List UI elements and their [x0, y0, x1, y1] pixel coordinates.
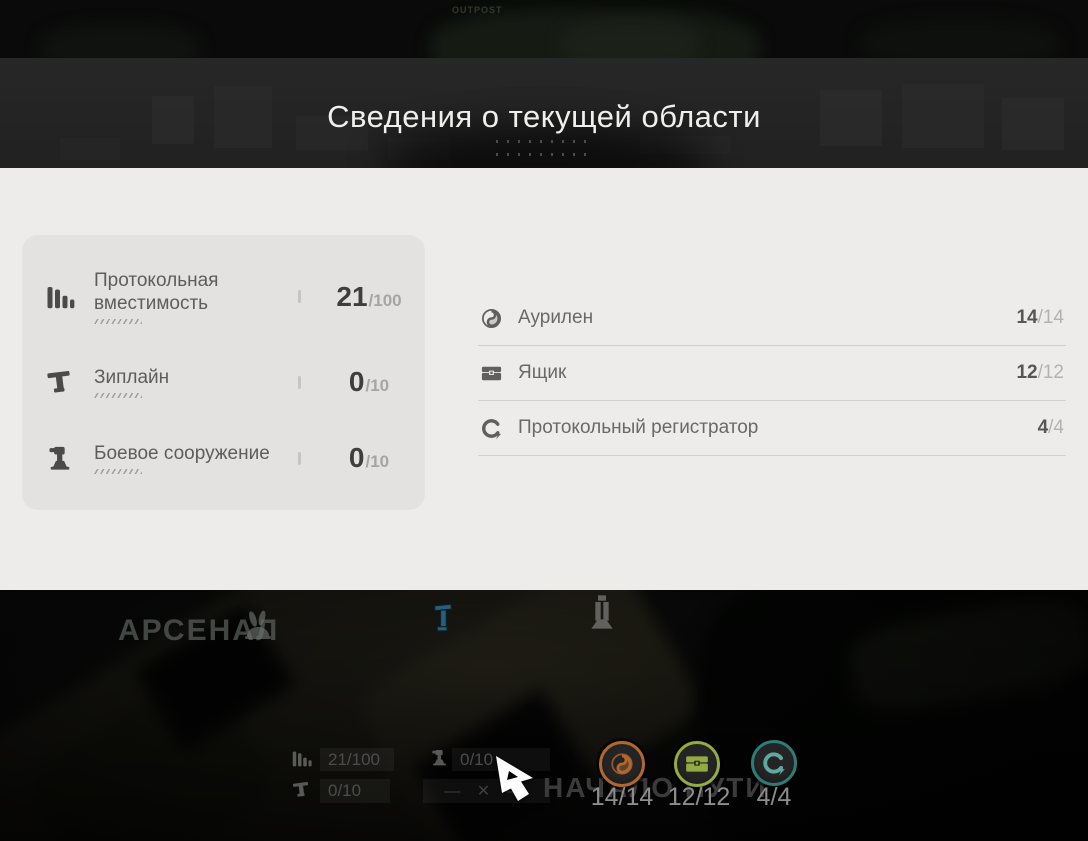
stat-value: 0 /10: [314, 366, 424, 398]
collectible-list: Аурилен 14 /14 Ящик 12 /12 Протокольный …: [478, 291, 1066, 456]
stat-value-current: 0: [348, 366, 365, 398]
badge-count: 12/12: [667, 783, 731, 811]
stat-value: 0 /10: [314, 442, 424, 474]
aurilen-icon: [478, 305, 504, 331]
map-terrain-blob: [860, 18, 1060, 58]
stat-row-zipline: Зиплайн 0 /10: [22, 364, 425, 400]
recorder-icon: [763, 752, 785, 776]
count-current: 12: [1016, 362, 1038, 383]
stat-value-current: 0: [348, 442, 365, 474]
stat-value: 21 /100: [314, 281, 424, 313]
separator-tick: [298, 290, 301, 304]
stat-value-total: /10: [365, 376, 390, 396]
turret-icon: [42, 440, 78, 476]
recorder-icon: [478, 415, 504, 441]
badge-recorder[interactable]: [751, 740, 797, 786]
content-panel: Протокольная вместимость 21 /100 Зиплайн…: [0, 168, 1088, 590]
list-item-value: 14 /14: [1016, 307, 1064, 329]
chest-icon: [478, 360, 504, 386]
bar-chart-icon: [42, 279, 78, 315]
count-current: 4: [1037, 417, 1049, 438]
list-item-protocol-recorder[interactable]: Протокольный регистратор 4 /4: [478, 401, 1066, 456]
stat-row-protocol-capacity: Протокольная вместимость 21 /100: [22, 269, 425, 325]
area-info-screen: OUTPOST Сведения о текущей области Прото…: [0, 0, 1088, 841]
count-total: /14: [1037, 307, 1064, 328]
aurilen-icon: [611, 753, 633, 775]
glyph-decoration: [60, 138, 120, 160]
hatch-decoration: [94, 469, 142, 475]
badge-chest[interactable]: [674, 741, 720, 787]
top-map-strip: OUTPOST: [0, 0, 1088, 58]
hud-chip-zipline: 0/10: [320, 779, 390, 803]
cursor-pointer-icon: [492, 755, 536, 807]
hatch-decoration: [94, 319, 142, 325]
chest-icon: [686, 756, 708, 772]
title-band: Сведения о текущей области: [0, 58, 1088, 168]
hud-chip-value: 0/10: [328, 781, 362, 800]
badge-count: 14/14: [590, 783, 654, 811]
map-turret-marker: [586, 594, 618, 639]
list-item-chest[interactable]: Ящик 12 /12: [478, 346, 1066, 401]
bottom-map: АРСЕНАЛ 21/100 0/10 0/10 — ✕ — НАЧАЛО ПУ…: [0, 590, 1088, 841]
dots-decoration: [496, 153, 592, 156]
bar-chart-icon: [291, 748, 312, 774]
stat-value-total: /100: [368, 290, 402, 310]
list-item-value: 4 /4: [1038, 417, 1064, 439]
map-terrain-blob: [40, 24, 200, 58]
hatch-decoration: [94, 393, 142, 399]
badge-aurilen[interactable]: [599, 741, 645, 787]
zipline-icon: [292, 780, 311, 804]
map-label-outpost: OUTPOST: [452, 5, 503, 15]
rabbit-icon: [243, 610, 273, 649]
list-item-label: Протокольный регистратор: [518, 417, 759, 438]
hud-chip-value: 0/10: [460, 749, 494, 769]
count-current: 14: [1016, 307, 1038, 328]
separator-tick: [298, 451, 301, 465]
list-item-aurilen[interactable]: Аурилен 14 /14: [478, 291, 1066, 346]
area-stats-card: Протокольная вместимость 21 /100 Зиплайн…: [22, 235, 425, 510]
badge-count: 4/4: [756, 783, 792, 811]
count-total: /12: [1037, 362, 1064, 383]
zipline-icon: [42, 364, 78, 400]
stat-value-total: /10: [365, 452, 390, 472]
stat-label: Боевое сооружение: [94, 442, 270, 464]
hud-chip-value: 21/100: [328, 749, 380, 769]
hud-chip-protocol-capacity: 21/100: [320, 748, 394, 771]
list-item-label: Аурилен: [518, 307, 594, 328]
list-item-label: Ящик: [518, 362, 567, 383]
stat-label: Зиплайн: [94, 367, 170, 389]
stat-value-current: 21: [336, 280, 368, 312]
dots-decoration: [496, 140, 592, 143]
map-zipline-marker: [433, 602, 453, 643]
separator-tick: [298, 375, 301, 389]
turret-icon: [430, 748, 449, 772]
page-title: Сведения о текущей области: [327, 99, 761, 134]
count-total: /4: [1048, 417, 1064, 438]
list-item-value: 12 /12: [1016, 362, 1064, 384]
stat-label: Протокольная вместимость: [94, 269, 219, 315]
map-region-label: НАЧАЛО ПУТИ: [543, 772, 768, 803]
stat-row-combat-structure: Боевое сооружение 0 /10: [22, 440, 425, 476]
map-terrain-blob: [560, 20, 700, 58]
